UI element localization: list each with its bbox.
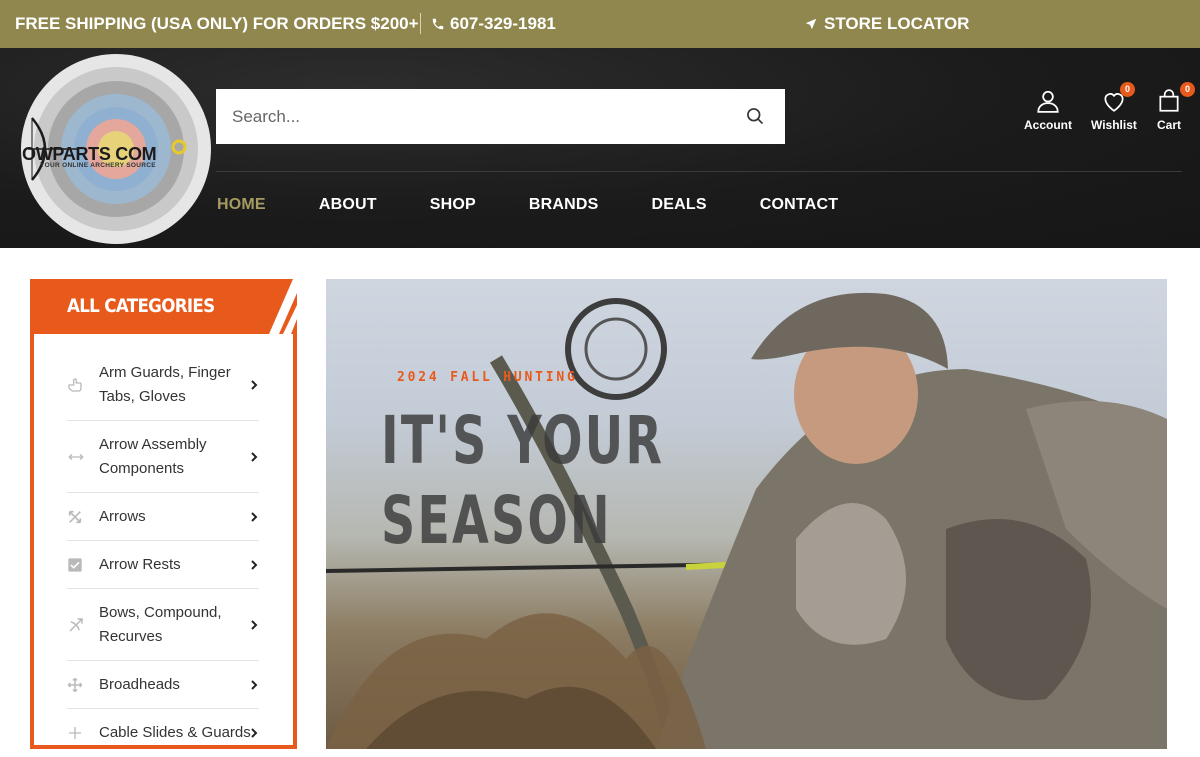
cart-count-badge: 0 xyxy=(1180,82,1195,97)
site-header: OWPARTS COM YOUR ONLINE ARCHERY SOURCE A… xyxy=(0,48,1200,248)
nav-about[interactable]: ABOUT xyxy=(319,196,377,214)
category-label: Arrow Rests xyxy=(99,555,181,573)
category-label: Arm Guards, Finger Tabs, Gloves xyxy=(99,363,231,405)
header-divider xyxy=(216,171,1182,172)
chevron-right-icon xyxy=(251,679,258,690)
category-item-cable-slides[interactable]: Cable Slides & Guards xyxy=(67,709,259,757)
phone-number: 607-329-1981 xyxy=(450,14,556,33)
hero-banner[interactable]: 2024 FALL HUNTING IT'S YOUR SEASON xyxy=(326,279,1167,749)
cart-link[interactable]: 0 Cart xyxy=(1156,82,1195,132)
shopping-bag-icon xyxy=(1159,89,1179,112)
category-list: Arm Guards, Finger Tabs, Gloves Arrow As… xyxy=(67,349,259,757)
bow-icon xyxy=(67,616,99,634)
category-item-arrow-assembly[interactable]: Arrow Assembly Components xyxy=(67,421,259,493)
search-input[interactable] xyxy=(216,89,785,144)
chevron-right-icon xyxy=(251,379,258,390)
site-logo[interactable]: OWPARTS COM YOUR ONLINE ARCHERY SOURCE xyxy=(18,54,214,244)
user-icon xyxy=(1037,90,1059,113)
category-item-broadheads[interactable]: Broadheads xyxy=(67,661,259,709)
phone-icon xyxy=(432,18,444,30)
header-actions: Account 0 Wishlist 0 Cart xyxy=(1020,82,1200,138)
move-cross-icon xyxy=(67,677,99,693)
nav-home[interactable]: HOME xyxy=(217,196,266,214)
category-label: Bows, Compound, Recurves xyxy=(99,603,222,645)
promo-bar: FREE SHIPPING (USA ONLY) FOR ORDERS $200… xyxy=(0,0,1200,48)
account-label: Account xyxy=(1024,118,1072,132)
promo-divider xyxy=(420,13,421,34)
phone-link[interactable]: 607-329-1981 xyxy=(431,14,556,34)
nav-brands[interactable]: BRANDS xyxy=(529,196,599,214)
nav-shop[interactable]: SHOP xyxy=(430,196,476,214)
category-item-bows[interactable]: Bows, Compound, Recurves xyxy=(67,589,259,661)
chevron-right-icon xyxy=(251,559,258,570)
chevron-right-icon xyxy=(251,619,258,630)
category-label: Broadheads xyxy=(99,675,180,693)
wishlist-link[interactable]: 0 Wishlist xyxy=(1091,82,1137,132)
chevron-right-icon xyxy=(251,511,258,522)
store-locator-link[interactable]: STORE LOCATOR xyxy=(804,14,969,34)
search-box xyxy=(216,89,785,144)
hero-title: IT'S YOUR SEASON xyxy=(381,401,664,561)
plus-icon xyxy=(67,725,99,741)
category-item-arm-guards[interactable]: Arm Guards, Finger Tabs, Gloves xyxy=(67,349,259,421)
arrows-horizontal-icon xyxy=(67,449,99,465)
nav-deals[interactable]: DEALS xyxy=(652,196,707,214)
hand-pointer-icon xyxy=(67,377,99,393)
category-label: Arrows xyxy=(99,507,146,525)
cart-label: Cart xyxy=(1156,118,1181,132)
category-label: Arrow Assembly Components xyxy=(99,435,207,477)
logo-tagline: YOUR ONLINE ARCHERY SOURCE xyxy=(40,162,156,169)
crossed-arrows-icon xyxy=(67,509,99,525)
chevron-right-icon xyxy=(251,451,258,462)
category-label: Cable Slides & Guards xyxy=(99,724,251,741)
category-header: ALL CATEGORIES xyxy=(30,279,297,334)
hero-title-line-2: SEASON xyxy=(381,482,612,559)
wishlist-label: Wishlist xyxy=(1091,118,1137,132)
chevron-right-icon xyxy=(251,728,258,738)
category-title: ALL CATEGORIES xyxy=(67,295,215,317)
category-sidebar: ALL CATEGORIES Arm Guards, Finger Tabs, … xyxy=(30,279,297,749)
location-arrow-icon xyxy=(805,18,817,30)
hero-subtitle: 2024 FALL HUNTING xyxy=(397,370,578,385)
stripe-decoration xyxy=(269,279,297,334)
wishlist-count-badge: 0 xyxy=(1120,82,1135,97)
category-item-arrow-rests[interactable]: Arrow Rests xyxy=(67,541,259,589)
free-shipping-text: FREE SHIPPING (USA ONLY) FOR ORDERS $200… xyxy=(15,14,419,33)
check-square-icon xyxy=(67,557,99,573)
account-link[interactable]: Account xyxy=(1024,88,1072,132)
store-locator-label: STORE LOCATOR xyxy=(824,14,970,33)
hero-title-line-1: IT'S YOUR xyxy=(381,402,665,479)
search-icon[interactable] xyxy=(745,106,765,126)
nav-contact[interactable]: CONTACT xyxy=(760,196,838,214)
category-item-arrows[interactable]: Arrows xyxy=(67,493,259,541)
main-nav: HOME ABOUT SHOP BRANDS DEALS CONTACT xyxy=(217,196,891,214)
